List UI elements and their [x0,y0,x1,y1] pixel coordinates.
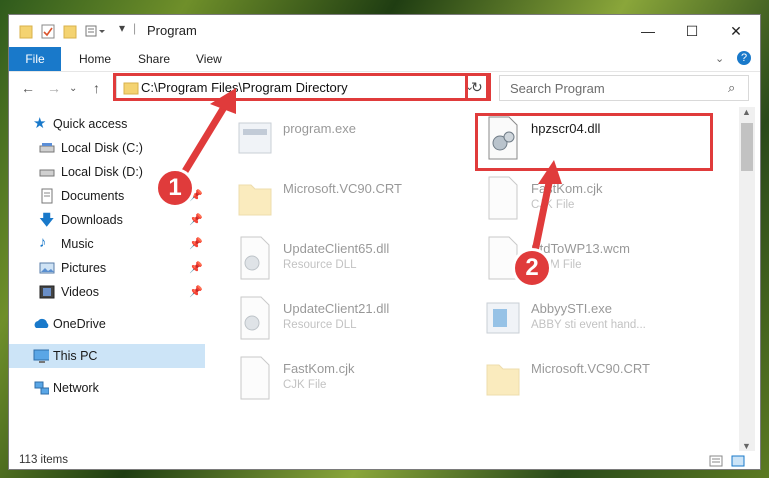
step-badge-2: 2 [512,248,552,288]
arrow-2-head [538,160,562,184]
annotation-arrows [172,88,562,270]
step-badge-1: 1 [155,168,195,208]
